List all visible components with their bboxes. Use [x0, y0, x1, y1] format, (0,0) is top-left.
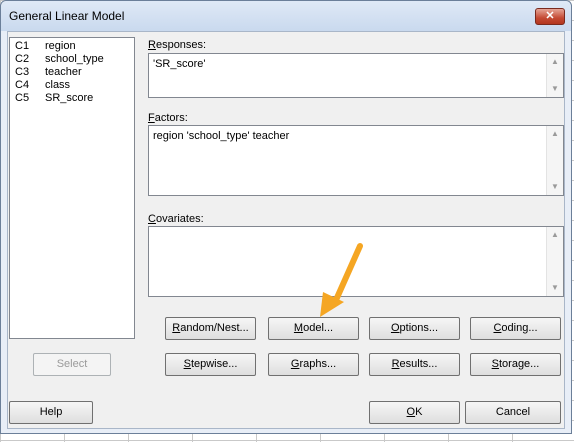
annotation-arrow-icon	[320, 243, 363, 317]
